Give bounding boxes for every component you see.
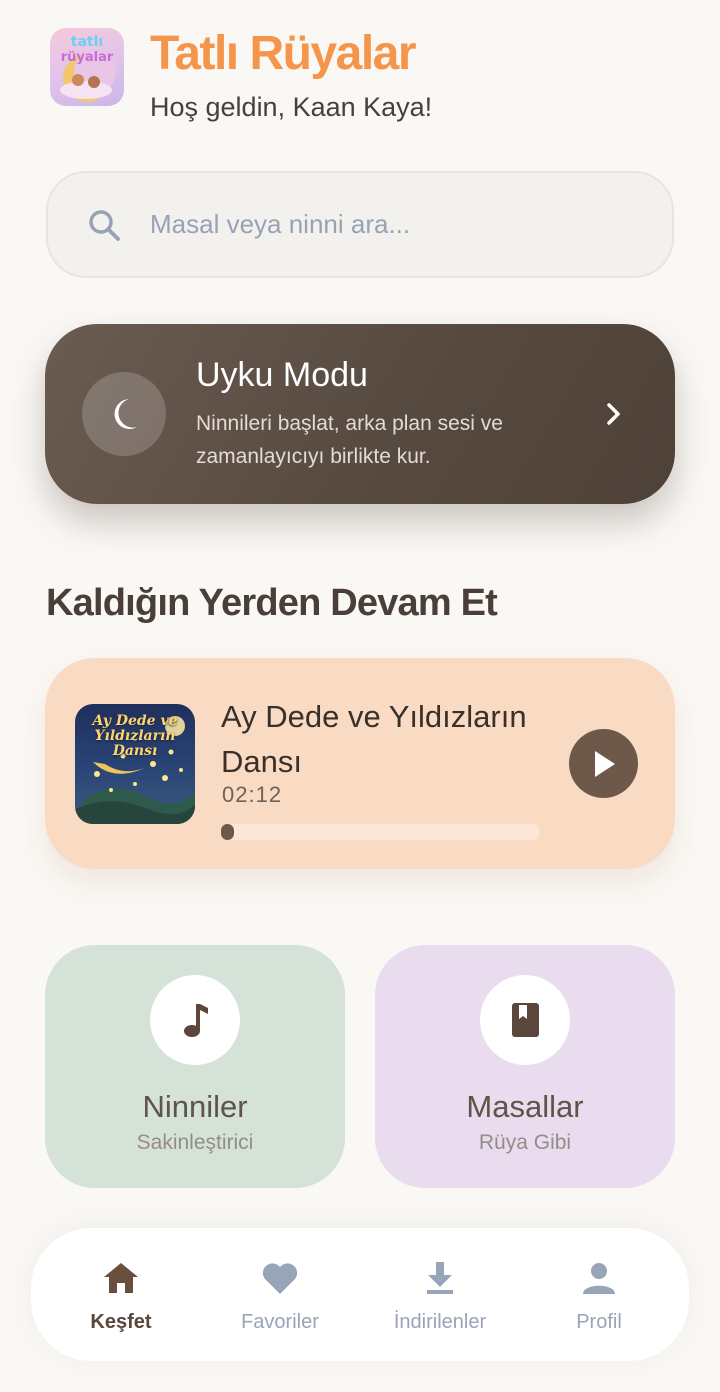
search-icon: [89, 209, 120, 241]
track-time: 02:12: [222, 782, 283, 807]
continue-card[interactable]: Ay Dede ve Yıldızların Dansı Ay Dede ve …: [45, 658, 675, 869]
download-icon: [427, 1262, 453, 1294]
category-subtitle: Sakinleştirici: [136, 1131, 254, 1154]
nav-item-kesfet[interactable]: Keşfet: [41, 1228, 201, 1361]
category-card-ninniler[interactable]: Ninniler Sakinleştirici: [45, 945, 345, 1188]
header: tatlı rüyalar Tatlı Rüyalar Hoş geldin, …: [50, 28, 432, 123]
category-card-masallar[interactable]: Masallar Rüya Gibi: [375, 945, 675, 1188]
nav-item-profil[interactable]: Profil: [519, 1228, 679, 1361]
home-icon: [104, 1263, 138, 1293]
svg-text:rüyalar: rüyalar: [61, 50, 114, 65]
home-screen: tatlı rüyalar Tatlı Rüyalar Hoş geldin, …: [0, 0, 720, 1392]
app-title: Tatlı Rüyalar: [150, 27, 417, 80]
nav-label: İndirilenler: [393, 1311, 487, 1333]
heart-icon: [262, 1263, 298, 1294]
nav-item-indirilenler[interactable]: İndirilenler: [360, 1228, 520, 1361]
section-title-continue: Kaldığın Yerden Devam Et: [46, 582, 498, 624]
chevron-right-icon: [607, 403, 620, 425]
progress-fill: [221, 824, 234, 840]
search-bar[interactable]: [46, 171, 674, 278]
progress-bar[interactable]: [221, 824, 540, 840]
sleep-mode-description: Ninnileri başlat, arka plan sesi ve zama…: [196, 412, 503, 468]
greeting-text: Hoş geldin, Kaan Kaya!: [150, 92, 433, 122]
sleep-mode-card[interactable]: Uyku Modu Ninnileri başlat, arka plan se…: [45, 324, 675, 504]
svg-text:tatlı: tatlı: [71, 34, 103, 50]
music-note-icon: [150, 975, 240, 1065]
play-button[interactable]: [569, 729, 638, 798]
search-input[interactable]: [150, 209, 630, 240]
book-icon: [480, 975, 570, 1065]
play-icon: [594, 750, 615, 777]
nav-label: Keşfet: [90, 1311, 152, 1333]
track-cover-image: Ay Dede ve Yıldızların Dansı: [75, 704, 195, 824]
category-name: Masallar: [466, 1089, 584, 1124]
cover-title: Ay Dede ve Yıldızların Dansı: [92, 713, 178, 759]
category-subtitle: Rüya Gibi: [478, 1131, 572, 1154]
sleep-mode-title: Uyku Modu: [196, 356, 368, 394]
nav-label: Profil: [576, 1311, 622, 1333]
nav-label: Favoriler: [241, 1311, 319, 1333]
category-name: Ninniler: [142, 1089, 248, 1124]
user-icon: [583, 1263, 615, 1294]
moon-icon: [82, 372, 166, 456]
bottom-nav: Keşfet Favoriler İndirilenler Profil: [31, 1228, 689, 1361]
app-logo: tatlı rüyalar: [50, 28, 124, 106]
nav-item-favoriler[interactable]: Favoriler: [200, 1228, 360, 1361]
track-title: Ay Dede ve Yıldızların Dansı: [221, 699, 527, 779]
